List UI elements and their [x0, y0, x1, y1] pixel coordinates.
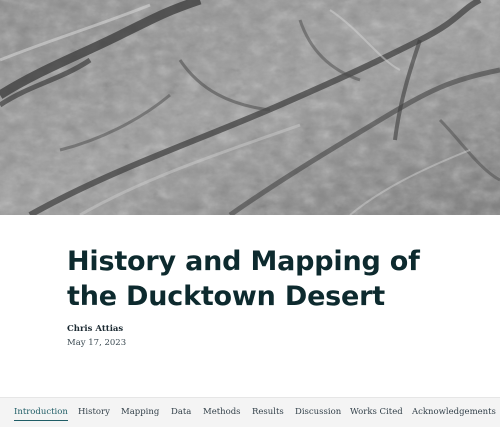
story-title: History and Mapping of the Ducktown Dese… [67, 244, 467, 314]
nav-item-mapping[interactable]: Mapping [121, 406, 159, 420]
terrain-hillshade-image [0, 0, 500, 215]
hero-image [0, 0, 500, 215]
story-navigation: Introduction History Mapping Data Method… [0, 397, 500, 427]
story-title-line-2: the Ducktown Desert [67, 281, 385, 312]
nav-item-methods[interactable]: Methods [203, 406, 241, 420]
nav-item-data[interactable]: Data [171, 406, 191, 420]
story-title-line-1: History and Mapping of [67, 246, 420, 277]
publish-date: May 17, 2023 [67, 338, 127, 348]
author-name: Chris Attias [67, 324, 124, 334]
nav-item-introduction[interactable]: Introduction [14, 406, 68, 421]
nav-item-discussion[interactable]: Discussion [295, 406, 341, 420]
story-title-block: History and Mapping of the Ducktown Dese… [67, 244, 467, 314]
nav-item-history[interactable]: History [78, 406, 110, 420]
nav-item-acknowledgements[interactable]: Acknowledgements [412, 406, 496, 420]
nav-item-results[interactable]: Results [252, 406, 284, 420]
nav-item-works-cited[interactable]: Works Cited [350, 406, 403, 420]
byline: Chris Attias May 17, 2023 [67, 323, 126, 350]
